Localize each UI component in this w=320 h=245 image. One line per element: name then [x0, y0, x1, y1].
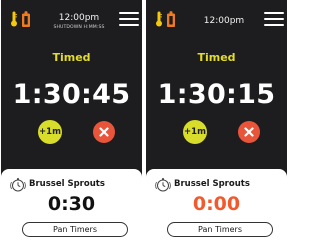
pan-timers-button[interactable]: Pan Timers [22, 222, 128, 237]
add-one-minute-button[interactable]: +1m [183, 120, 207, 144]
hamburger-menu-icon[interactable] [264, 11, 284, 27]
clock-time: 12:00pm [203, 16, 245, 26]
main-countdown: 1:30:15 [157, 79, 276, 110]
pan-timer-card: Brussel Sprouts 0:30 Pan Timers [1, 169, 142, 245]
phone-screen-1: 12:00pm SHUTDOWN H:MM:SS Timed 1:30:45 +… [1, 0, 142, 245]
thermometer-icon[interactable] [11, 11, 17, 27]
clock-time: 12:00pm [58, 13, 100, 23]
mode-label: Timed [197, 51, 236, 64]
main-countdown: 1:30:45 [12, 79, 131, 110]
status-bar: 12:00pm [146, 0, 287, 38]
pan-time-remaining: 0:00 [192, 193, 241, 215]
pan-time-remaining: 0:30 [47, 193, 96, 215]
pan-timer-card: Brussel Sprouts 0:00 Pan Timers [146, 169, 287, 245]
pan-timers-button[interactable]: Pan Timers [167, 222, 273, 237]
close-icon [99, 127, 109, 137]
add-one-minute-button[interactable]: +1m [38, 120, 62, 144]
pan-item-name: Brussel Sprouts [29, 179, 105, 189]
hamburger-menu-icon[interactable] [119, 11, 139, 27]
cancel-timer-button[interactable] [238, 121, 260, 143]
close-icon [244, 127, 254, 137]
shutdown-countdown-label: SHUTDOWN H:MM:SS [53, 25, 105, 30]
status-bar: 12:00pm SHUTDOWN H:MM:SS [1, 0, 142, 38]
tag-icon[interactable] [21, 11, 31, 28]
timer-icon [155, 177, 171, 193]
mode-label: Timed [52, 51, 91, 64]
timer-icon [10, 177, 26, 193]
thermometer-icon[interactable] [156, 11, 162, 27]
pan-item-name: Brussel Sprouts [174, 179, 250, 189]
phone-screen-2: 12:00pm Timed 1:30:15 +1m Brussel Sprout… [146, 0, 287, 245]
cancel-timer-button[interactable] [93, 121, 115, 143]
tag-icon[interactable] [166, 11, 176, 28]
